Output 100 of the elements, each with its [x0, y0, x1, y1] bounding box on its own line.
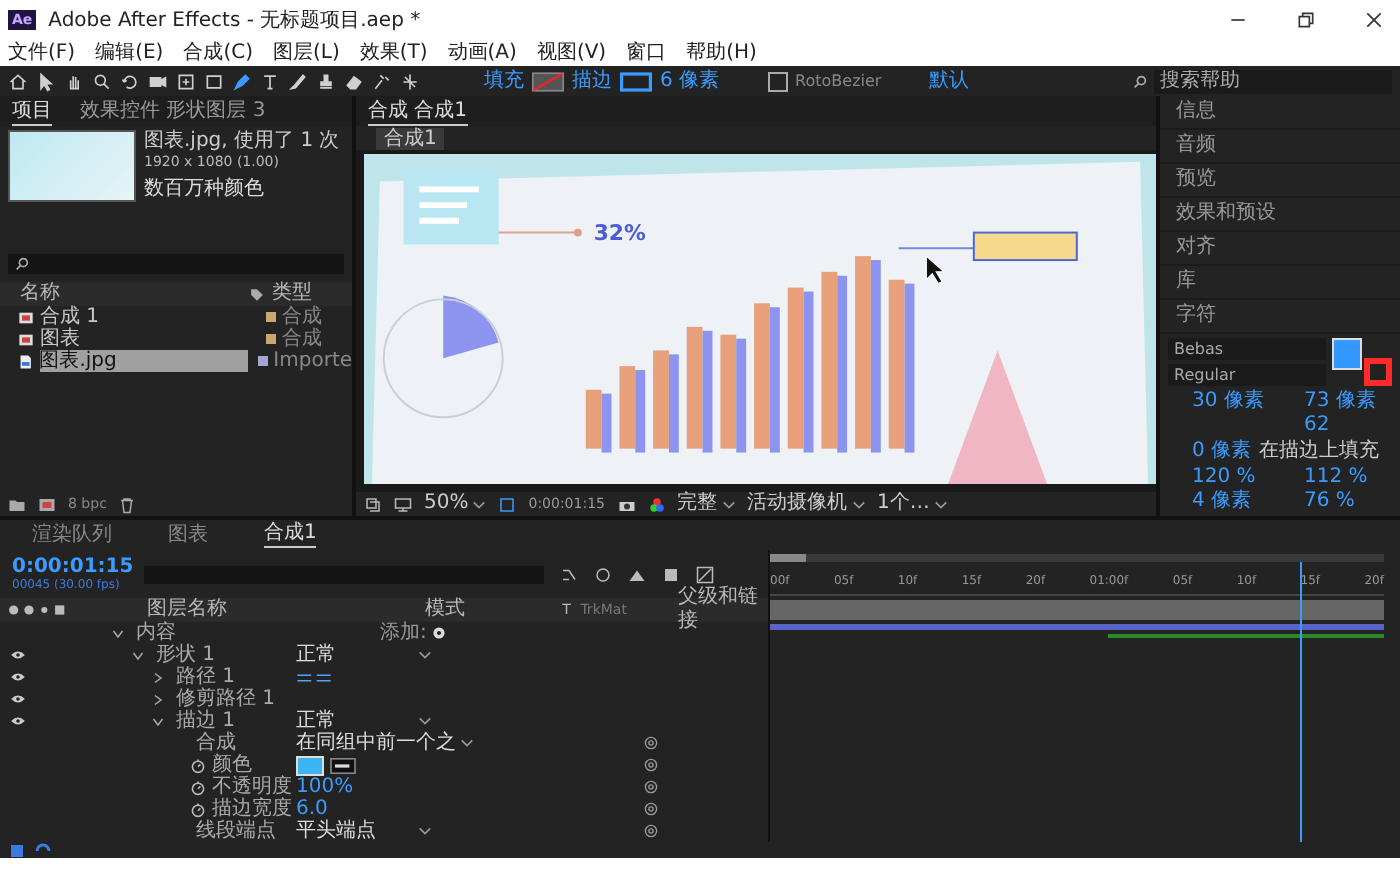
menu-item[interactable]: 文件(F): [8, 41, 76, 65]
camera-icon[interactable]: [148, 71, 168, 91]
stroke-label[interactable]: 描边: [572, 69, 612, 93]
menu-item[interactable]: 合成(C): [183, 41, 253, 65]
property-name[interactable]: 线段端点: [196, 820, 276, 842]
menu-item[interactable]: 动画(A): [447, 41, 517, 65]
region-icon[interactable]: [498, 495, 517, 513]
property-name[interactable]: 颜色: [212, 754, 252, 776]
column-header[interactable]: 类型: [272, 282, 312, 306]
stroke-order-dropdown[interactable]: 在描边上填充: [1259, 440, 1380, 462]
property-name[interactable]: 不透明度: [212, 776, 292, 798]
no-fill-swatch[interactable]: [532, 71, 564, 91]
panel-header[interactable]: 库: [1160, 266, 1400, 300]
chevron-icon[interactable]: [112, 627, 124, 639]
label-swatch[interactable]: [266, 312, 276, 322]
menu-item[interactable]: 效果(T): [359, 41, 428, 65]
menu-item[interactable]: 窗口: [626, 41, 667, 65]
rotate-icon[interactable]: [120, 71, 140, 91]
property-name[interactable]: 形状 1: [156, 644, 216, 666]
property-name[interactable]: 合成: [196, 732, 236, 754]
chevron-icon[interactable]: [152, 671, 164, 683]
rotobezier-checkbox[interactable]: [767, 71, 788, 91]
chevron-icon[interactable]: [132, 649, 144, 661]
pen-icon[interactable]: [232, 71, 252, 91]
tracking-field[interactable]: 62: [1280, 414, 1392, 436]
property-dropdown[interactable]: 正常: [296, 710, 432, 732]
color-channels-icon[interactable]: [647, 495, 665, 513]
resolution-dropdown[interactable]: 完整: [677, 492, 735, 516]
eraser-icon[interactable]: [344, 71, 364, 91]
menu-item[interactable]: 编辑(E): [95, 41, 164, 65]
fill-color-swatch[interactable]: [1332, 338, 1363, 370]
font-style-dropdown[interactable]: Regular: [1168, 364, 1326, 386]
stopwatch-icon[interactable]: [190, 779, 206, 795]
property-value[interactable]: 100%: [296, 776, 354, 798]
label-swatch[interactable]: [266, 334, 276, 344]
target-icon[interactable]: [176, 71, 196, 91]
panel-tab[interactable]: 效果控件 形状图层 3: [80, 98, 266, 124]
property-value[interactable]: 6.0: [296, 798, 328, 820]
label-icon[interactable]: [250, 287, 264, 301]
pick-whip-icon[interactable]: [644, 824, 658, 838]
timeline-tab[interactable]: 合成1: [264, 522, 317, 548]
project-item[interactable]: 图表.jpg: [39, 350, 248, 372]
help-search-field[interactable]: 搜索帮助: [1154, 69, 1392, 93]
stroke-width-field[interactable]: 0 像素: [1168, 440, 1252, 462]
property-dropdown[interactable]: 在同组中前一个之: [296, 732, 474, 754]
close-icon[interactable]: [1364, 10, 1384, 30]
panel-header[interactable]: 预览: [1160, 164, 1400, 198]
property-name[interactable]: 描边宽度: [212, 798, 292, 820]
panel-header[interactable]: 信息: [1160, 96, 1400, 130]
property-dropdown[interactable]: 正常: [296, 644, 432, 666]
search-icon[interactable]: [92, 71, 112, 91]
leading-field[interactable]: 73 像素: [1280, 390, 1392, 412]
font-family-dropdown[interactable]: Bebas: [1168, 338, 1326, 360]
stamp-icon[interactable]: [316, 71, 336, 91]
stroke-width-value[interactable]: 6 像素: [660, 69, 720, 93]
zoom-dropdown[interactable]: 50%: [424, 492, 487, 516]
rectangle-icon[interactable]: [204, 71, 224, 91]
panel-header[interactable]: 效果和预设: [1160, 198, 1400, 232]
trash-icon[interactable]: [118, 495, 137, 513]
property-name[interactable]: 描边 1: [176, 710, 236, 732]
column-header[interactable]: 父级和链接: [677, 586, 768, 634]
property-name[interactable]: 修剪路径 1: [176, 688, 276, 710]
eye-icon[interactable]: [10, 672, 26, 682]
camera-dropdown[interactable]: 活动摄像机: [747, 492, 865, 516]
project-item[interactable]: 图表: [40, 328, 256, 350]
chevron-icon[interactable]: [152, 693, 164, 705]
composition-icon[interactable]: [38, 495, 56, 513]
eye-icon[interactable]: [10, 650, 26, 660]
panel-tab[interactable]: 项目: [12, 97, 52, 125]
restore-icon[interactable]: [1296, 10, 1316, 30]
font-size-field[interactable]: 30 像素: [1168, 390, 1280, 412]
pick-whip-icon[interactable]: [644, 758, 658, 772]
home-icon[interactable]: [8, 71, 28, 91]
eye-icon[interactable]: [10, 716, 26, 726]
stopwatch-icon[interactable]: [190, 757, 206, 773]
type-icon[interactable]: [260, 71, 280, 91]
composition-breadcrumb[interactable]: 合成1: [376, 127, 445, 149]
project-search-field[interactable]: [8, 254, 344, 274]
timeline-tab[interactable]: 渲染队列: [32, 523, 112, 547]
property-name[interactable]: 路径 1: [176, 666, 236, 688]
workspace-tab[interactable]: 默认: [929, 69, 970, 93]
pick-whip-icon[interactable]: [644, 736, 658, 750]
menu-item[interactable]: 视图(V): [536, 41, 607, 65]
brush-icon[interactable]: [288, 71, 308, 91]
color-swatch[interactable]: [296, 755, 324, 775]
view-layout-dropdown[interactable]: 1个…: [877, 492, 948, 516]
path-shape-icon[interactable]: [296, 671, 332, 683]
project-item[interactable]: 合成 1: [40, 306, 256, 328]
monitor-icon[interactable]: [394, 495, 412, 513]
add-icon[interactable]: [432, 626, 447, 640]
pick-whip-icon[interactable]: [644, 802, 658, 816]
panel-header[interactable]: 对齐: [1160, 232, 1400, 266]
current-time[interactable]: 0:00:01:15: [12, 556, 128, 578]
property-dropdown[interactable]: 平头端点: [296, 820, 432, 842]
column-header[interactable]: 图层名称: [147, 598, 278, 622]
panel-header[interactable]: 音频: [1160, 130, 1400, 164]
tsume-field[interactable]: 76 %: [1280, 490, 1392, 512]
timeline-tab[interactable]: 图表: [168, 523, 208, 547]
stopwatch-icon[interactable]: [190, 801, 206, 817]
menu-item[interactable]: 图层(L): [272, 41, 340, 65]
